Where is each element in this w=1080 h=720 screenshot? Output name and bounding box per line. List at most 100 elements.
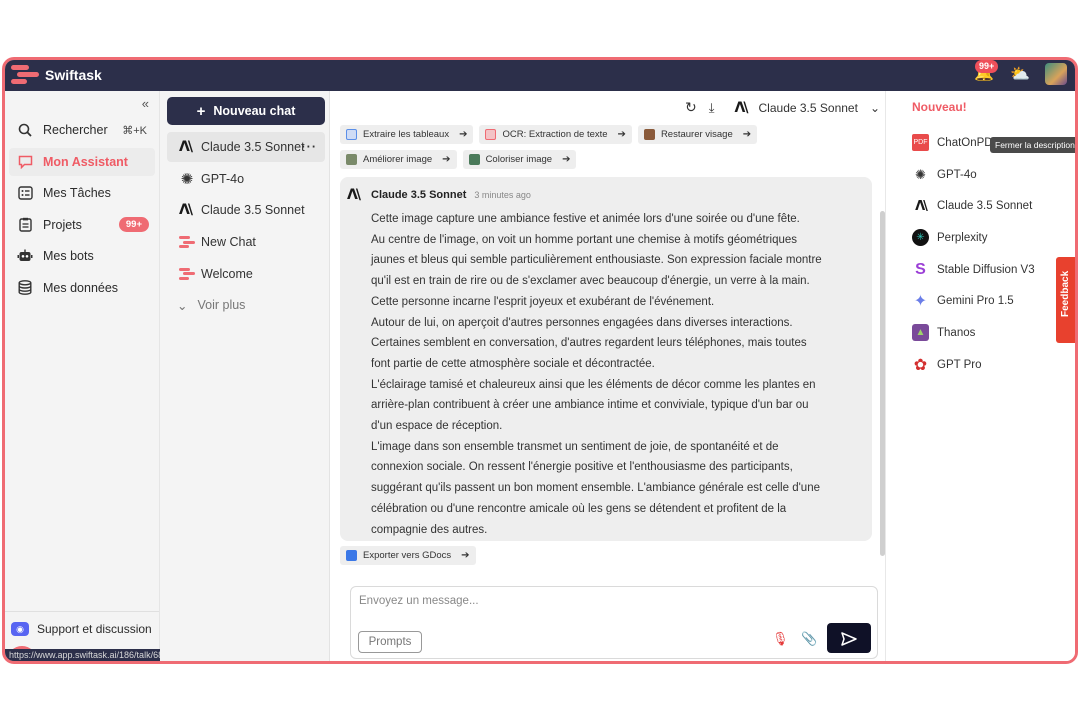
anthropic-icon: Λ\ [915, 198, 928, 214]
notification-bell-icon[interactable]: 🔔 99+ [973, 60, 999, 85]
sidebar-item-bots[interactable]: Mes bots [9, 242, 155, 270]
bot-icon [17, 248, 33, 264]
new-chat-label: Nouveau chat [213, 104, 296, 118]
tool-colorize-image[interactable]: Coloriser image ➔ [462, 150, 577, 169]
sidebar-item-search[interactable]: Rechercher ⌘+K [9, 116, 155, 144]
microphone-icon[interactable]: 🎙 [772, 631, 789, 647]
sidebar-item-data[interactable]: Mes données [9, 274, 155, 302]
message-timestamp: 3 minutes ago [474, 190, 531, 200]
anthropic-icon: Λ\ [734, 99, 749, 116]
tool-label: Restaurer visage [660, 129, 733, 140]
search-icon [17, 122, 33, 138]
perplexity-icon: ✳ [912, 229, 929, 247]
enhance-icon [346, 154, 357, 165]
model-item-gpt-pro[interactable]: ✿ GPT Pro [912, 349, 1035, 381]
sidebar-item-assistant[interactable]: Mon Assistant [9, 147, 155, 176]
message-line: Certaines semblent en conversation, d'au… [371, 337, 807, 350]
message-line: célébration ou d'une rencontre amicale o… [371, 502, 787, 515]
model-item-thanos[interactable]: ▲ Thanos [912, 317, 1035, 349]
chat-list-item[interactable]: New Chat [167, 227, 325, 257]
new-chat-button[interactable]: + Nouveau chat [167, 97, 325, 125]
more-options-icon[interactable]: ··· [302, 140, 318, 154]
message-line: d'un espace de réception. [371, 420, 503, 433]
model-label: GPT Pro [937, 358, 982, 371]
stable-diffusion-icon: S [915, 260, 926, 278]
model-item-claude[interactable]: Λ\ Claude 3.5 Sonnet [912, 190, 1035, 222]
tool-enhance-image[interactable]: Améliorer image ➔ [340, 150, 457, 169]
export-gdocs-button[interactable]: Exporter vers GDocs ➔ [340, 546, 476, 565]
user-avatar-top[interactable] [1045, 63, 1067, 85]
status-url: https://www.app.swiftask.ai/186/talk/688… [5, 649, 183, 661]
model-item-perplexity[interactable]: ✳ Perplexity [912, 222, 1035, 254]
message-line: Autour de lui, on aperçoit d'autres pers… [371, 316, 793, 329]
message-line: Au centre de l'image, on voit un homme p… [371, 233, 798, 246]
projects-badge: 99+ [118, 217, 149, 233]
colorize-icon [468, 154, 480, 165]
sidebar: « Rechercher ⌘+K Mon Assistant Mes Tâche… [5, 91, 183, 661]
brand[interactable]: Swiftask [11, 64, 102, 86]
attachment-icon[interactable]: 📎 [801, 631, 817, 647]
chat-icon [17, 154, 33, 170]
message-line: L'éclairage tamisé et chaleureux ainsi q… [371, 378, 816, 391]
swiftask-icon [179, 267, 195, 280]
swiftask-icon [179, 236, 195, 249]
model-item-gpt4o[interactable]: ✺ GPT-4o [912, 159, 1035, 191]
message-composer[interactable]: Envoyez un message... Prompts 🎙 📎 [350, 586, 878, 659]
model-label: Gemini Pro 1.5 [937, 295, 1014, 308]
refresh-icon[interactable]: ↻ [685, 99, 697, 116]
model-selector[interactable]: Λ\ Claude 3.5 Sonnet ⌄ [735, 100, 880, 116]
show-more-label: Voir plus [197, 298, 246, 313]
chat-list-item[interactable]: ✺ GPT-4o [167, 164, 325, 194]
message-line: arrière-plan contribuent à créer une amb… [371, 399, 809, 412]
show-more-button[interactable]: ⌄ Voir plus [167, 290, 325, 320]
openai-icon: ✺ [180, 170, 194, 188]
weather-icon[interactable]: ⛅ [1009, 64, 1031, 84]
top-bar: Swiftask 🔔 99+ ⛅ [5, 60, 1075, 91]
chat-list-item[interactable]: Λ\ Claude 3.5 Sonnet [167, 195, 325, 225]
message-line: compagnie des autres. [371, 523, 488, 536]
send-button[interactable] [827, 623, 871, 653]
notification-badge: 99+ [975, 60, 999, 73]
chat-item-label: GPT-4o [201, 171, 245, 186]
model-label: GPT-4o [937, 168, 977, 181]
model-selector-label: Claude 3.5 Sonnet [758, 100, 858, 115]
pdf-icon: PDF [912, 134, 929, 152]
anthropic-icon: Λ\ [179, 202, 193, 219]
tool-ocr[interactable]: OCR: Extraction de texte ➔ [479, 125, 632, 144]
tool-restore-face[interactable]: Restaurer visage ➔ [637, 125, 758, 144]
chat-item-label: Claude 3.5 Sonnet [201, 203, 305, 218]
chat-list-item[interactable]: Welcome [167, 259, 325, 289]
sidebar-item-label: Mes bots [43, 249, 94, 264]
model-label: Stable Diffusion V3 [937, 263, 1035, 276]
feedback-label: Feedback [1060, 270, 1071, 317]
support-label: Support et discussion [37, 621, 152, 636]
tool-label: Améliorer image [363, 154, 433, 165]
message-line: font partie de cette atmosphère sociale … [371, 357, 655, 370]
support-link[interactable]: ◉ Support et discussion [5, 611, 159, 645]
feedback-tab[interactable]: Feedback [1056, 257, 1075, 343]
discord-icon: ◉ [11, 621, 29, 636]
prompts-button[interactable]: Prompts [358, 631, 422, 653]
message-line: connexion sociale. On ressent l'énergie … [371, 461, 793, 474]
collapse-sidebar-icon[interactable]: « [142, 96, 149, 111]
tool-extract-tables[interactable]: Extraire les tableaux ➔ [340, 125, 474, 144]
message-line: jaunes et bleus qui semble particulièrem… [371, 254, 822, 267]
table-icon [346, 129, 357, 140]
model-item-gemini[interactable]: ✦ Gemini Pro 1.5 [912, 285, 1035, 317]
message-input[interactable]: Envoyez un message... [359, 595, 479, 607]
download-icon[interactable]: ⤓ [709, 100, 715, 116]
model-item-stable-diffusion[interactable]: S Stable Diffusion V3 [912, 254, 1035, 286]
arrow-right-icon: ➔ [742, 129, 752, 140]
sidebar-item-projects[interactable]: Projets 99+ [9, 211, 155, 239]
arrow-right-icon: ➔ [617, 129, 626, 140]
chat-list-item[interactable]: Λ\ Claude 3.5 Sonnet ··· [167, 132, 325, 162]
plus-icon: + [196, 102, 206, 120]
sidebar-nav: Rechercher ⌘+K Mon Assistant Mes Tâches [9, 116, 155, 306]
arrow-right-icon: ➔ [461, 550, 470, 561]
model-label: Perplexity [937, 231, 988, 244]
message-line: suggérant qu'ils passent un bon moment e… [371, 482, 820, 495]
tasks-icon [17, 185, 33, 201]
tool-label: OCR: Extraction de texte [502, 129, 608, 140]
sidebar-item-tasks[interactable]: Mes Tâches [9, 179, 155, 207]
ocr-icon [485, 129, 497, 140]
